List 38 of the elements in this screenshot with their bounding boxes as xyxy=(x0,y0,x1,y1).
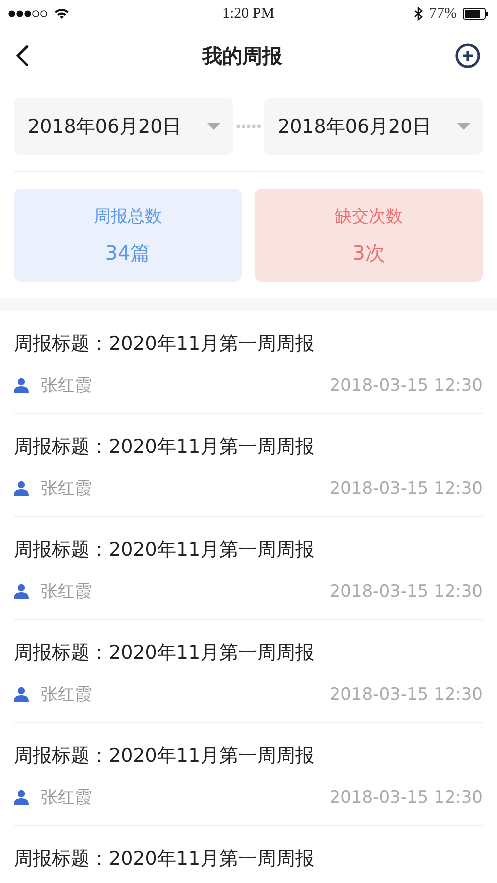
user-icon xyxy=(14,584,29,599)
start-date-picker[interactable]: 2018年06月20日 xyxy=(14,98,233,155)
user-icon xyxy=(14,378,29,393)
report-title[interactable]: 周报标题：2020年11月第一周周报 xyxy=(14,537,483,563)
author-name: 张红霞 xyxy=(41,375,93,397)
status-time: 1:20 PM xyxy=(222,6,275,22)
user-icon xyxy=(14,790,29,805)
add-button[interactable] xyxy=(453,41,483,71)
signal-icon xyxy=(8,10,48,18)
author-name: 张红霞 xyxy=(41,478,93,500)
caret-icon xyxy=(207,122,221,130)
user-icon xyxy=(14,687,29,702)
user-icon xyxy=(14,481,29,496)
author-name: 张红霞 xyxy=(41,581,93,603)
report-time: 2018-03-15 12:30 xyxy=(330,582,483,602)
report-title[interactable]: 周报标题：2020年11月第一周周报 xyxy=(14,640,483,666)
report-title[interactable]: 周报标题：2020年11月第一周周报 xyxy=(14,743,483,769)
report-time: 2018-03-15 12:30 xyxy=(330,376,483,396)
author-name: 张红霞 xyxy=(41,684,93,706)
bluetooth-icon xyxy=(414,7,424,21)
range-separator-icon xyxy=(236,124,262,129)
report-time: 2018-03-15 12:30 xyxy=(330,788,483,808)
wifi-icon xyxy=(54,8,70,20)
author-name: 张红霞 xyxy=(41,787,93,809)
stat-label: 缺交次数 xyxy=(335,206,403,228)
battery-percent: 77% xyxy=(429,6,457,22)
stat-label: 周报总数 xyxy=(94,206,162,228)
battery-icon xyxy=(462,8,489,20)
report-title[interactable]: 周报标题：2020年11月第一周周报 xyxy=(14,846,483,872)
report-time: 2018-03-15 12:30 xyxy=(330,684,483,704)
caret-icon xyxy=(457,122,471,130)
report-time: 2018-03-15 12:30 xyxy=(330,478,483,498)
stat-value: 3次 xyxy=(352,240,386,266)
end-date-picker[interactable]: 2018年06月20日 xyxy=(264,98,483,155)
page-title: 我的周报 xyxy=(202,42,282,70)
report-title[interactable]: 周报标题：2020年11月第一周周报 xyxy=(14,331,483,357)
report-title[interactable]: 周报标题：2020年11月第一周周报 xyxy=(14,434,483,460)
stat-value: 34篇 xyxy=(105,240,151,266)
